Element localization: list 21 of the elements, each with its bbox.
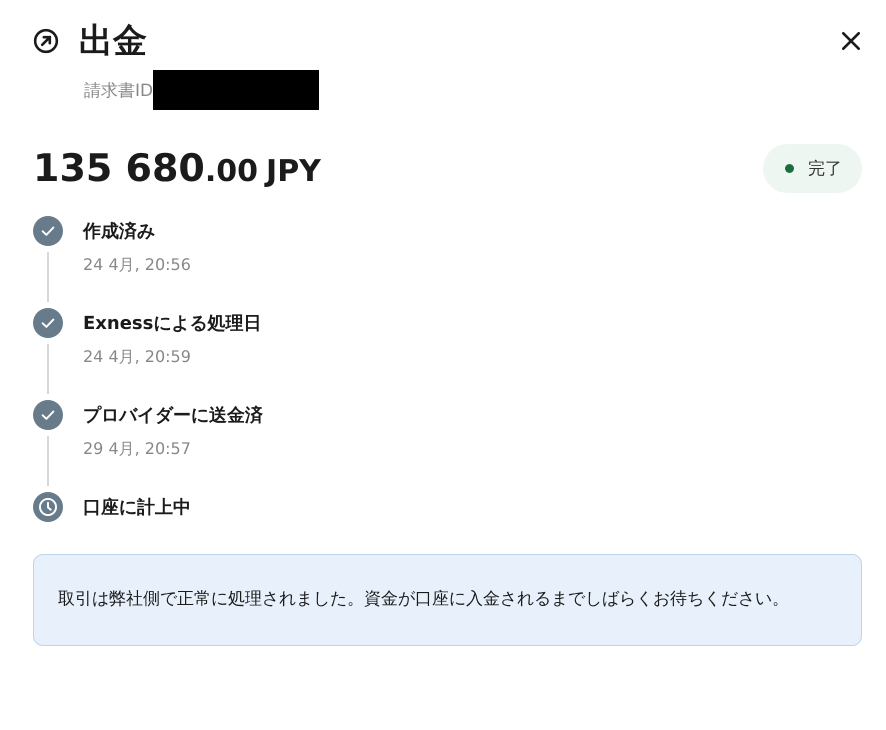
check-circle-icon xyxy=(33,216,63,246)
arrow-circle-icon xyxy=(33,28,59,54)
check-circle-icon xyxy=(33,308,63,338)
status-label: 完了 xyxy=(808,158,842,180)
amount-decimals: .00 xyxy=(204,154,258,189)
step-label: 口座に計上中 xyxy=(83,496,191,519)
page-title: 出金 xyxy=(79,20,147,63)
step-label: 作成済み xyxy=(83,220,156,243)
step-time: 29 4月, 20:57 xyxy=(83,439,192,460)
step-time: 24 4月, 20:56 xyxy=(83,255,191,276)
invoice-id-label: 請求書ID xyxy=(84,80,154,102)
check-circle-icon xyxy=(33,400,63,430)
clock-icon xyxy=(33,492,63,522)
step-time: 24 4月, 20:59 xyxy=(83,347,192,368)
step-label: Exnessによる処理日 xyxy=(83,312,262,335)
status-dot xyxy=(785,164,794,172)
currency-code: JPY xyxy=(266,154,321,189)
step-label: プロバイダーに送金済 xyxy=(83,404,263,427)
info-text: 取引は弊社側で正常に処理されました。資金が口座に入金されるまでしばらくお待ちください。 xyxy=(58,589,789,609)
amount-value: 135 680 xyxy=(33,146,205,190)
close-icon[interactable] xyxy=(840,30,862,52)
